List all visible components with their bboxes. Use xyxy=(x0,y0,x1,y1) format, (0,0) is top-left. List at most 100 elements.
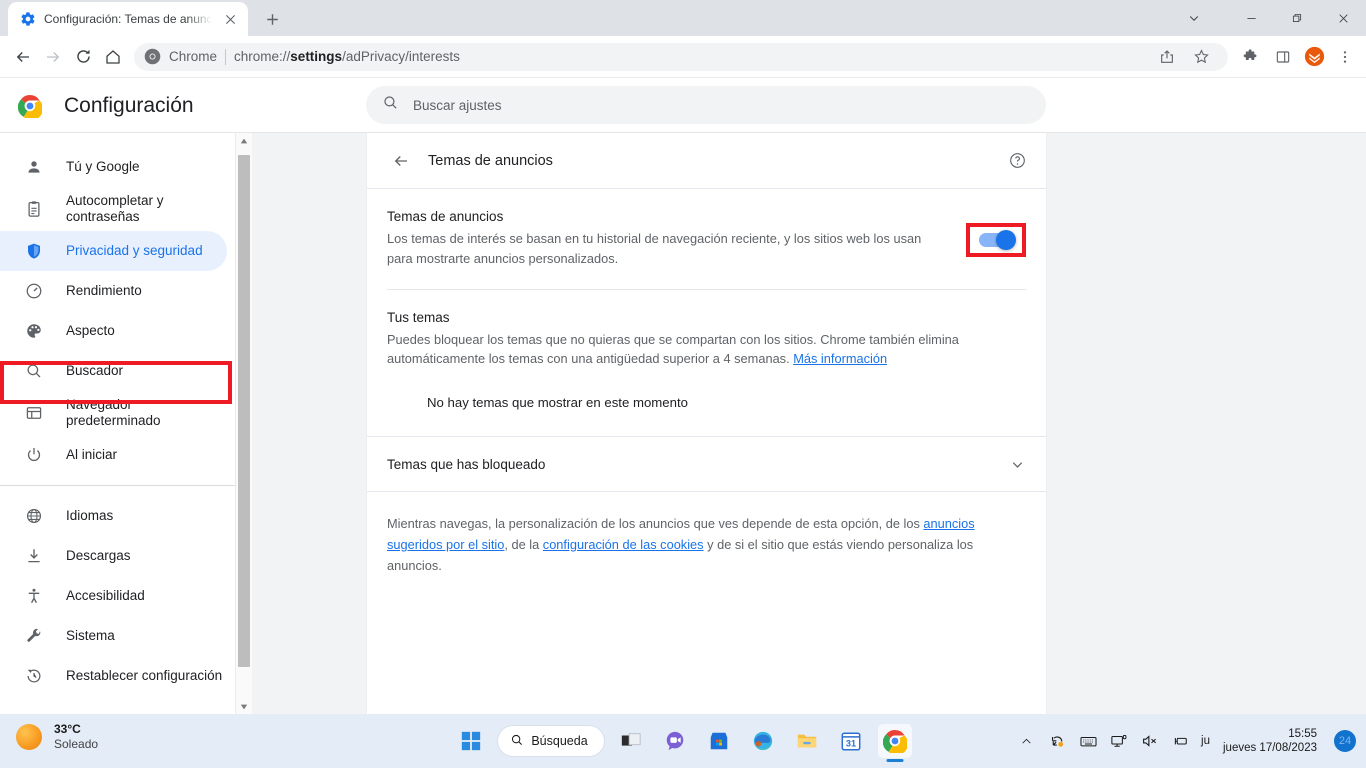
calendar-icon[interactable]: 31 xyxy=(834,724,868,758)
sidebar-item-rendimiento[interactable]: Rendimiento xyxy=(0,271,227,311)
shield-icon xyxy=(24,241,44,261)
sidebar-item-label: Privacidad y seguridad xyxy=(66,242,203,258)
omnibox-separator xyxy=(225,48,227,65)
browser-window: Configuración: Temas de anuncio Chrome c… xyxy=(0,0,1366,768)
sidebar-item-label: Aspecto xyxy=(66,322,115,338)
tab-strip: Configuración: Temas de anuncio xyxy=(0,0,1366,36)
address-bar[interactable]: Chrome chrome://settings/adPrivacy/inter… xyxy=(134,42,1228,72)
chevron-down-icon[interactable] xyxy=(1009,456,1026,473)
windows-start-icon[interactable] xyxy=(454,724,488,758)
sidebar-item-tu-y-google[interactable]: Tú y Google xyxy=(0,147,227,187)
power-icon xyxy=(24,445,44,465)
speaker-muted-icon[interactable] xyxy=(1139,730,1161,752)
reload-icon[interactable] xyxy=(68,42,98,72)
your-topics-text: Tus temas Puedes bloquear los temas que … xyxy=(387,310,1026,370)
sidebar-item-label: Tú y Google xyxy=(66,158,140,174)
scrollbar-track[interactable] xyxy=(236,149,252,699)
sidebar-item-buscador[interactable]: Buscador xyxy=(0,351,227,391)
blocked-topics-title: Temas que has bloqueado xyxy=(387,456,546,472)
footnote-part2: , de la xyxy=(504,537,543,553)
taskbar-clock[interactable]: 15:55 jueves 17/08/2023 xyxy=(1223,727,1317,756)
puzzle-icon[interactable] xyxy=(1236,42,1266,72)
forward-arrow-icon[interactable] xyxy=(38,42,68,72)
file-explorer-icon[interactable] xyxy=(790,724,824,758)
sidebar-item-accesibilidad[interactable]: Accesibilidad xyxy=(0,576,227,616)
sidebar-item-autocompletar[interactable]: Autocompletar y contraseñas xyxy=(0,187,227,231)
more-info-link[interactable]: Más información xyxy=(793,351,887,366)
sidebar-item-label: Descargas xyxy=(66,547,131,563)
scroll-up-arrow-icon[interactable] xyxy=(240,133,248,149)
microsoft-store-icon[interactable] xyxy=(702,724,736,758)
back-arrow-icon[interactable] xyxy=(8,42,38,72)
task-view-icon[interactable] xyxy=(614,724,648,758)
cookies-settings-link[interactable]: configuración de las cookies xyxy=(543,537,704,552)
window-controls xyxy=(1174,0,1366,36)
speedometer-icon xyxy=(24,281,44,301)
help-circle-icon[interactable] xyxy=(1004,148,1030,174)
browser-tab[interactable]: Configuración: Temas de anuncio xyxy=(8,2,248,36)
ad-topics-description: Los temas de interés se basan en tu hist… xyxy=(387,231,922,266)
sidebar-item-idiomas[interactable]: Idiomas xyxy=(0,496,227,536)
sidebar-item-al-iniciar[interactable]: Al iniciar xyxy=(0,435,227,475)
sidebar-item-privacidad-y-seguridad[interactable]: Privacidad y seguridad xyxy=(0,231,227,271)
browser-window-icon xyxy=(24,403,44,423)
star-icon[interactable] xyxy=(1186,42,1216,72)
sidebar-item-navegador-predeterminado[interactable]: Navegador predeterminado xyxy=(0,391,227,435)
scroll-down-arrow-icon[interactable] xyxy=(240,699,248,715)
notification-badge[interactable]: 24 xyxy=(1334,730,1356,752)
palette-icon xyxy=(24,321,44,341)
display-cast-icon[interactable] xyxy=(1108,730,1130,752)
ad-topics-toggle[interactable] xyxy=(979,230,1016,250)
settings-sidebar: Tú y Google Autocompletar y contraseñas … xyxy=(0,133,235,715)
edge-icon[interactable] xyxy=(746,724,780,758)
scrollbar-thumb[interactable] xyxy=(238,155,250,667)
toggle-knob xyxy=(996,230,1016,250)
settings-body: Tú y Google Autocompletar y contraseñas … xyxy=(0,132,1366,715)
toolbar-right-actions xyxy=(1236,42,1366,72)
sidebar-item-sistema[interactable]: Sistema xyxy=(0,616,227,656)
sidebar-item-descargas[interactable]: Descargas xyxy=(0,536,227,576)
share-icon[interactable] xyxy=(1152,42,1182,72)
sidebar-item-restablecer-configuracion[interactable]: Restablecer configuración xyxy=(0,656,227,696)
sidebar-scrollbar[interactable] xyxy=(235,133,252,715)
your-topics-title: Tus temas xyxy=(387,309,450,325)
home-icon[interactable] xyxy=(98,42,128,72)
back-arrow-icon[interactable] xyxy=(387,147,415,175)
sidebar-item-label: Idiomas xyxy=(66,507,114,523)
blocked-topics-row[interactable]: Temas que has bloqueado xyxy=(367,436,1046,493)
system-tray: ju 15:55 jueves 17/08/2023 24 xyxy=(1015,714,1356,768)
chrome-icon[interactable] xyxy=(877,724,912,758)
search-icon xyxy=(382,94,399,116)
sidebar-item-label: Restablecer configuración xyxy=(66,667,223,683)
battery-plug-icon[interactable] xyxy=(1170,730,1192,752)
profile-avatar[interactable] xyxy=(1300,43,1328,71)
clock-time: 15:55 xyxy=(1288,727,1317,740)
keyboard-icon[interactable] xyxy=(1077,730,1099,752)
onedrive-sync-icon[interactable] xyxy=(1046,730,1068,752)
sidebar-divider xyxy=(0,485,235,486)
tab-search-chevron-down-icon[interactable] xyxy=(1174,0,1214,36)
windows-taskbar: 33°C Soleado Búsqueda 31 ju 15:55 jueves… xyxy=(0,714,1366,768)
maximize-restore-button[interactable] xyxy=(1274,0,1320,36)
minimize-button[interactable] xyxy=(1228,0,1274,36)
footnote-part1: Mientras navegas, la personalización de … xyxy=(387,516,924,532)
accessibility-icon xyxy=(24,586,44,606)
side-panel-icon[interactable] xyxy=(1268,42,1298,72)
content-title: Temas de anuncios xyxy=(428,152,553,169)
search-input[interactable]: Buscar ajustes xyxy=(366,86,1046,124)
tab-title: Configuración: Temas de anuncio xyxy=(44,12,212,26)
new-tab-button[interactable] xyxy=(258,5,286,33)
chrome-logo-icon xyxy=(144,48,161,65)
sidebar-item-label: Navegador predeterminado xyxy=(66,396,161,428)
globe-icon xyxy=(24,506,44,526)
ads-footnote: Mientras navegas, la personalización de … xyxy=(367,492,1046,596)
close-window-button[interactable] xyxy=(1320,0,1366,36)
three-dot-menu-icon[interactable] xyxy=(1330,42,1360,72)
chevron-up-icon[interactable] xyxy=(1015,730,1037,752)
download-icon xyxy=(24,546,44,566)
taskbar-search[interactable]: Búsqueda xyxy=(498,726,604,756)
close-icon[interactable] xyxy=(220,9,240,29)
sidebar-item-aspecto[interactable]: Aspecto xyxy=(0,311,227,351)
sidebar-item-label: Al iniciar xyxy=(66,446,118,462)
chat-icon[interactable] xyxy=(658,724,692,758)
